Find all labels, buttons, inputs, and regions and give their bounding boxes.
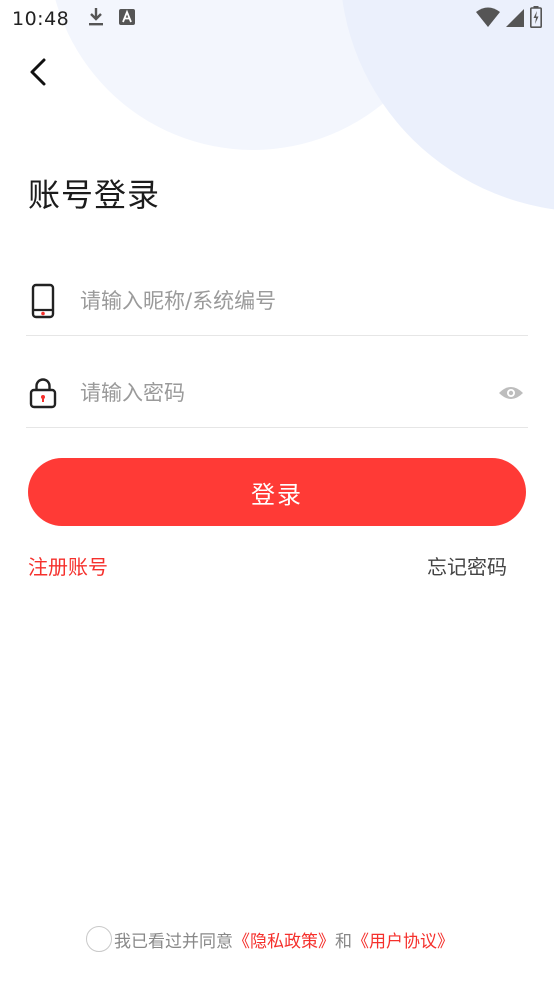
lock-icon [26,377,60,409]
status-left-icons [87,7,136,31]
privacy-policy-link[interactable]: 《隐私政策》 [233,927,335,952]
username-field [26,266,528,336]
username-input[interactable] [80,288,528,313]
agreement-prefix: 我已看过并同意 [114,931,233,952]
agreement-and: 和 [335,931,352,952]
agreement-row: 我已看过并同意 《隐私政策》 和 《用户协议》 [86,926,454,952]
phone-icon [26,283,60,319]
signal-icon [506,7,524,31]
login-screen: 10:48 账号登录 请输入昵称/系统编号 登录 注册账号 忘记密码 我已看过并… [0,0,554,984]
battery-charging-icon [530,6,542,32]
user-agreement-link[interactable]: 《用户协议》 [352,927,454,952]
download-icon [87,7,105,31]
a-notification-icon [119,9,136,29]
page-title: 账号登录 [28,176,161,214]
eye-icon[interactable] [494,385,528,401]
forgot-password-link[interactable]: 忘记密码 [427,551,507,580]
agreement-checkbox[interactable] [86,926,112,952]
login-button[interactable]: 登录 [28,458,526,526]
status-bar: 10:48 [0,0,554,38]
back-button[interactable] [20,54,56,90]
chevron-left-icon [30,58,46,86]
password-field [26,358,528,428]
password-input[interactable] [80,380,494,405]
status-right-icons [476,6,542,32]
wifi-icon [476,7,500,31]
register-link[interactable]: 注册账号 [28,551,108,580]
status-time: 10:48 [12,8,70,30]
